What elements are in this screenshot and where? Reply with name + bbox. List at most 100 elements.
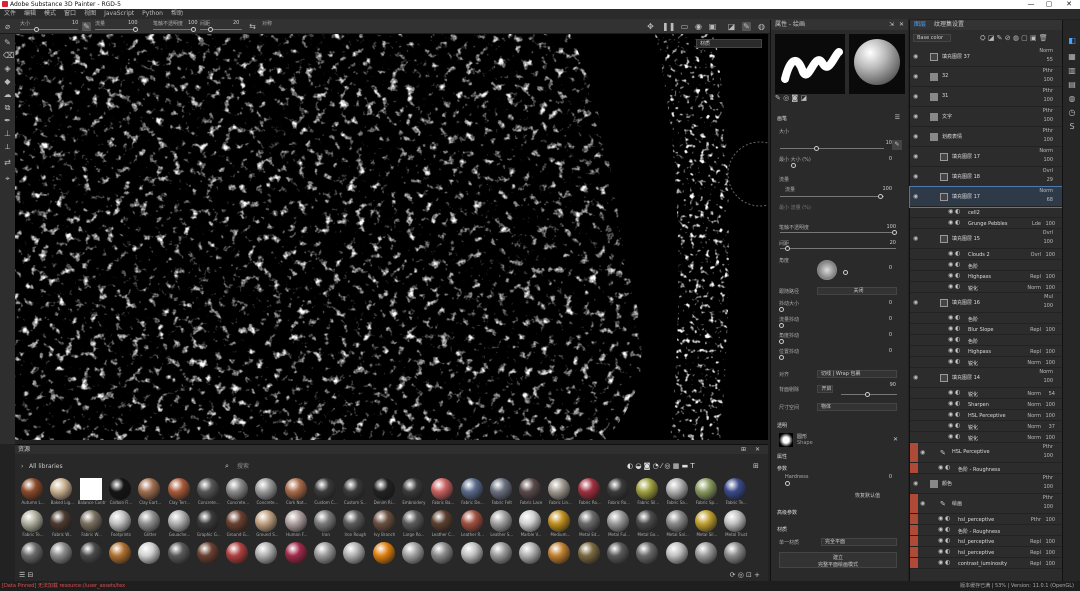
layer-row[interactable]: ◉ ◐ 色阶	[910, 260, 1063, 271]
effect-icon[interactable]: ◉ ◐	[948, 400, 960, 407]
3d-viewport[interactable]: 材质	[15, 34, 768, 440]
layer-row[interactable]: ◉ ◐ 锐化 Norm 37	[910, 421, 1063, 432]
layer-blend-mode[interactable]: Repl	[1030, 550, 1041, 556]
layer-opacity[interactable]: 37	[1049, 424, 1055, 430]
filter-icons[interactable]: ◐ ◒ ◙ ◔ ⁄ ◎ ▦ ▬ T	[627, 460, 695, 473]
material-item[interactable]: Custom C...	[312, 478, 338, 508]
layer-row[interactable]: ◉ 填充图层 37 Norm 55	[910, 47, 1063, 67]
material-item[interactable]: Clay Terr...	[166, 478, 192, 508]
effect-icon[interactable]: ◉ ◐	[948, 250, 960, 257]
effect-icon[interactable]: ◉ ◐	[948, 219, 960, 226]
material-item[interactable]	[312, 542, 338, 572]
spacing-slider[interactable]	[200, 29, 242, 30]
layer-blend-mode[interactable]: Pthr	[1031, 517, 1041, 523]
material-item[interactable]: Balance Contrast	[78, 478, 106, 508]
material-item[interactable]: Concrete...	[195, 478, 221, 508]
eraser-tool-icon[interactable]: ⌫	[3, 51, 14, 60]
layer-opacity[interactable]: 100	[1043, 239, 1053, 245]
material-item[interactable]	[576, 542, 602, 572]
effect-icon[interactable]: ◉ ◐	[948, 314, 960, 321]
layer-actions-icons[interactable]: ⛭ ◪ ✎ ⊘ ◍ ▢ ▣ 🗑	[980, 34, 1048, 43]
material-item[interactable]	[341, 542, 367, 572]
symmetry-icon[interactable]: ⇆	[248, 22, 257, 31]
material-item[interactable]	[136, 542, 162, 572]
material-item[interactable]	[459, 542, 485, 572]
effect-icon[interactable]: ◉ ◐	[938, 464, 950, 471]
material-item[interactable]	[107, 542, 133, 572]
hardness-value[interactable]: 0	[889, 474, 892, 480]
layer-row[interactable]: ◉ ◐ hsl_perceptive Pthr 100	[910, 514, 1063, 525]
material-item[interactable]: Footprints	[107, 510, 133, 540]
layer-opacity[interactable]: 100	[1043, 97, 1053, 103]
layer-opacity[interactable]: 100	[1045, 413, 1055, 419]
maximize-button[interactable]: ▢	[1040, 0, 1058, 9]
effect-icon[interactable]: ◉ ◐	[948, 208, 960, 215]
material-item[interactable]: Medium...	[546, 510, 572, 540]
layer-blend-mode[interactable]: Pthr	[1043, 128, 1053, 134]
visibility-eye-icon[interactable]: ◉	[913, 299, 918, 306]
layer-opacity[interactable]: 100	[1043, 117, 1053, 123]
brush-settings-icon[interactable]: ⌀	[3, 22, 12, 31]
visibility-eye-icon[interactable]: ◉	[913, 374, 918, 381]
stroke-opacity-value[interactable]: 100	[188, 20, 198, 26]
material-item[interactable]: Fabric W...	[48, 510, 74, 540]
display-mode-icon[interactable]: ▣	[708, 22, 717, 31]
material-item[interactable]: Fabric Felt	[488, 478, 514, 508]
layer-row[interactable]: ◉ ◐ Clouds 2 Ovrl 100	[910, 249, 1063, 260]
visibility-eye-icon[interactable]: ◉	[920, 500, 925, 507]
menu-file[interactable]: 文件	[0, 9, 20, 19]
layer-row[interactable]: ◉ ◐ 锐化 Norm 54	[910, 388, 1063, 399]
pressure-toggle-icon[interactable]: ✎	[892, 140, 902, 150]
viewer-settings-icon[interactable]: ◍	[1067, 94, 1077, 104]
layer-row[interactable]: ◉ 32 Pthr 100	[910, 67, 1063, 87]
backface-value[interactable]: 90	[890, 382, 896, 388]
layer-blend-mode[interactable]: Norm	[1027, 360, 1041, 366]
layer-blend-mode[interactable]: Repl	[1030, 349, 1041, 355]
layer-opacity[interactable]: 100	[1043, 504, 1053, 510]
layer-blend-mode[interactable]: Norm	[1027, 402, 1041, 408]
layer-blend-mode[interactable]: Norm	[1027, 391, 1041, 397]
material-item[interactable]	[546, 542, 572, 572]
material-item[interactable]	[48, 542, 74, 572]
alpha-remove-icon[interactable]: ✕	[893, 436, 898, 443]
layer-opacity[interactable]: 100	[1045, 402, 1055, 408]
visibility-eye-icon[interactable]: ◉	[913, 93, 918, 100]
material-item[interactable]: Cork Nat...	[283, 478, 309, 508]
layer-blend-mode[interactable]: Ovrl	[1043, 168, 1053, 174]
material-item[interactable]: Metal Trust	[722, 510, 748, 540]
angle-knob[interactable]	[843, 270, 848, 275]
layer-blend-mode[interactable]: Ovrl	[1043, 230, 1053, 236]
brush-preset-icon[interactable]: ☰	[895, 114, 900, 121]
effect-icon[interactable]: ◉ ◐	[948, 272, 960, 279]
material-item[interactable]: Metal Ed...	[576, 510, 602, 540]
jitter-pos-value[interactable]: 0	[889, 348, 892, 354]
clone-tool-icon[interactable]: ⧉	[3, 103, 12, 112]
layer-opacity[interactable]: 100	[1045, 252, 1055, 258]
material-item[interactable]: Human F...	[283, 510, 309, 540]
visibility-eye-icon[interactable]: ◉	[913, 173, 918, 180]
visibility-eye-icon[interactable]: ◉	[913, 153, 918, 160]
layer-row[interactable]: ◉ 颜色 Pthr 100	[910, 474, 1063, 494]
layer-blend-mode[interactable]: Repl	[1030, 327, 1041, 333]
layer-row[interactable]: ◉ ◐ hsl_perceptive Repl 100	[910, 536, 1063, 547]
angle-dial[interactable]	[817, 260, 837, 280]
stroke-opacity-prop-knob[interactable]	[892, 230, 897, 235]
layer-blend-mode[interactable]: Norm	[1039, 369, 1053, 375]
effect-icon[interactable]: ◉ ◐	[938, 548, 950, 555]
angle-prop-value[interactable]: 0	[889, 265, 892, 271]
properties-pin-icon[interactable]: ⇲	[889, 20, 894, 30]
layer-opacity[interactable]: 54	[1049, 391, 1055, 397]
layer-opacity[interactable]: 100	[1043, 157, 1053, 163]
effect-icon[interactable]: ◉ ◐	[938, 526, 950, 533]
shelf-actions-icon[interactable]: ⟳ ◎ ⊡ +	[730, 571, 760, 579]
layer-row[interactable]: ◉ 填充图层 15 Ovrl 100	[910, 229, 1063, 249]
layer-row[interactable]: ◉ ◐ 色阶 - Roughness	[910, 463, 1063, 474]
projection-tool-icon[interactable]: ◈	[3, 64, 12, 73]
menu-mode[interactable]: 模式	[40, 9, 60, 19]
material-mode-dropdown[interactable]: 完全平面	[821, 538, 897, 546]
layer-row[interactable]: ◉ ◐ contrast_luminosity Repl 100	[910, 558, 1063, 569]
effect-icon[interactable]: ◉ ◐	[938, 537, 950, 544]
size-min-value[interactable]: 0	[889, 156, 892, 162]
alpha-thumbnail[interactable]	[779, 433, 793, 447]
layer-row[interactable]: ◉ ◐ 色阶 - Roughness	[910, 525, 1063, 536]
